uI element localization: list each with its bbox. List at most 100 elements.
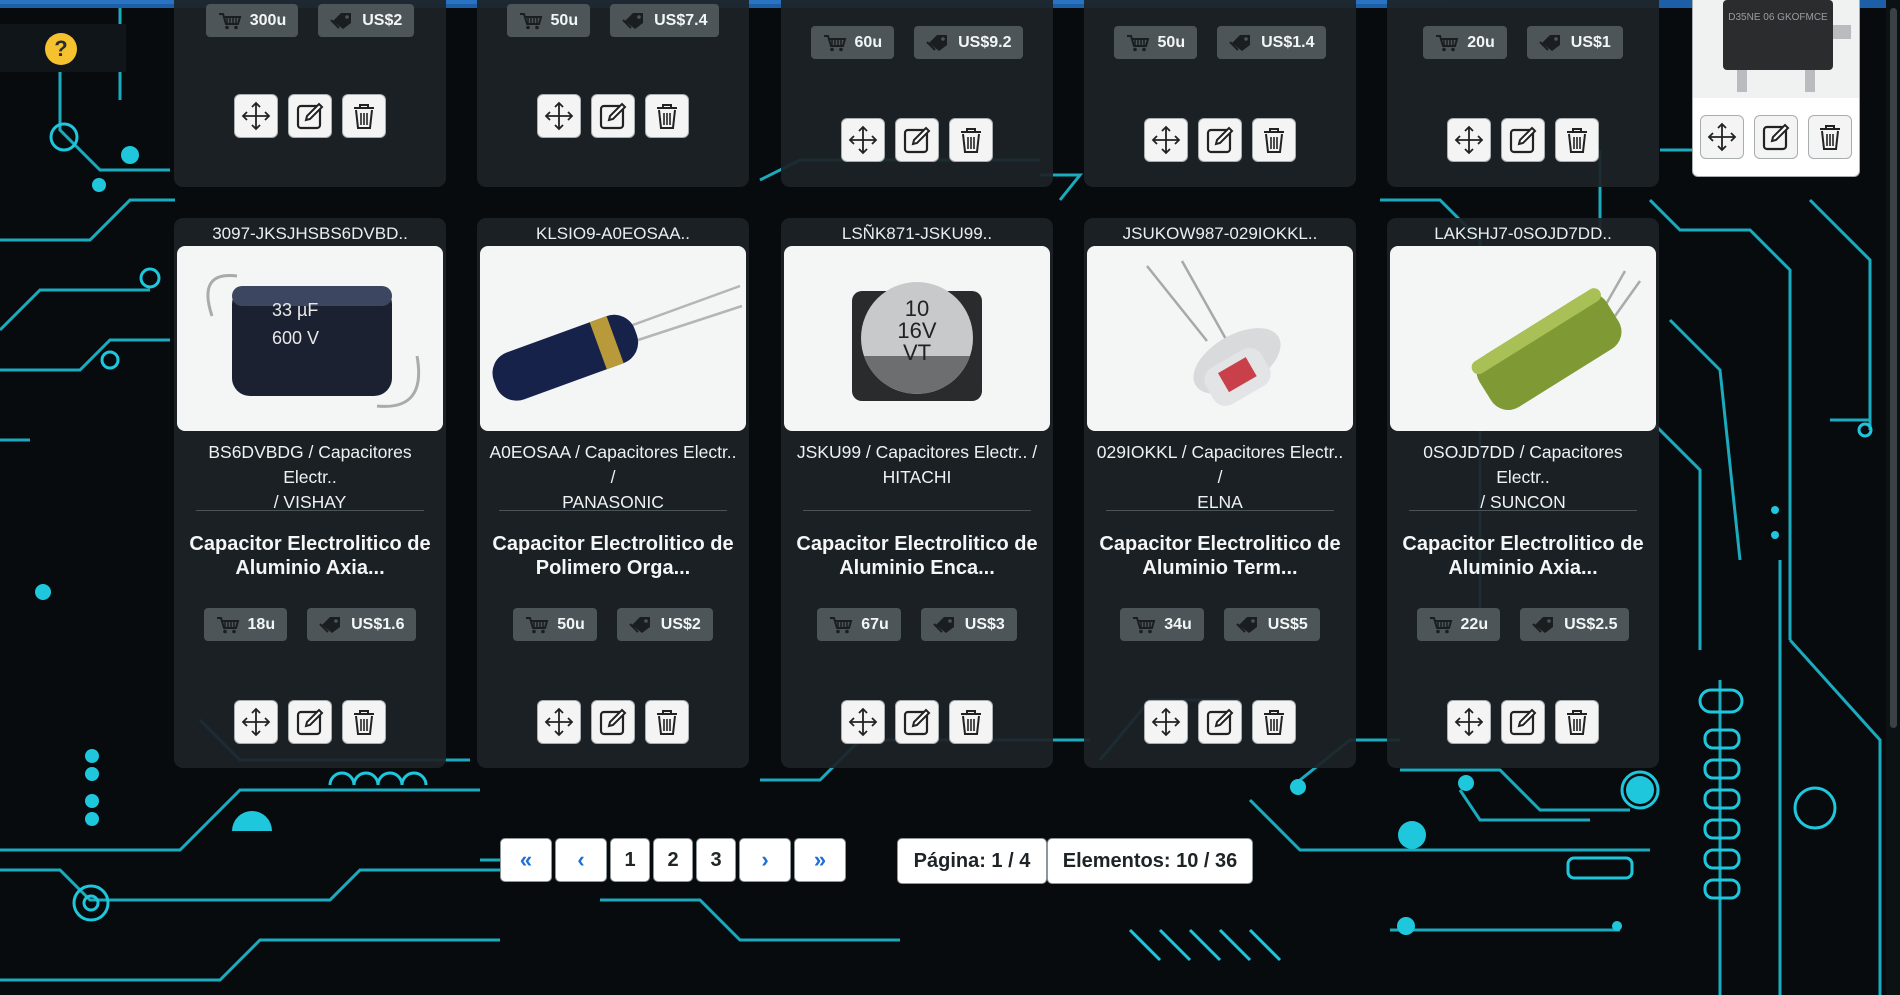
prev-page-button[interactable]: ‹	[555, 838, 607, 882]
product-subtitle: JSKU99 / Capacitores Electr.. / HITACHI	[796, 442, 1038, 487]
trash-icon	[652, 101, 682, 131]
price-tag-icon	[1532, 616, 1556, 634]
page-2-button[interactable]: 2	[653, 838, 693, 882]
page-1-button[interactable]: 1	[610, 838, 650, 882]
product-card-top-2: 50u US$7.4	[477, 0, 749, 187]
edit-button[interactable]	[895, 118, 939, 162]
edit-button[interactable]	[1501, 700, 1545, 744]
move-icon	[241, 101, 271, 131]
stock-value: 34u	[1164, 615, 1192, 633]
price-badge: US$2	[318, 4, 415, 37]
move-button[interactable]	[1144, 118, 1188, 162]
stock-badge: 50u	[513, 608, 597, 641]
last-page-button[interactable]: »	[794, 838, 846, 882]
edit-icon	[1761, 122, 1791, 152]
edit-icon	[598, 707, 628, 737]
price-badge: US$1.4	[1217, 26, 1327, 59]
scrollbar-thumb[interactable]	[1890, 8, 1897, 728]
product-card: 3097-JKSJHSBS6DVBD.. 33 µF 600 V BS6DVBD…	[174, 218, 446, 768]
product-card: LAKSHJ7-0SOJD7DD.. 0SOJD7DD / Capacitore…	[1387, 218, 1659, 768]
cap-label: 600 V	[272, 328, 319, 348]
product-name: Capacitor Electrolitico de Aluminio Term.…	[1099, 533, 1341, 579]
divider	[1409, 510, 1637, 511]
cart-icon	[519, 12, 543, 30]
move-icon	[241, 707, 271, 737]
trash-icon	[1259, 125, 1289, 155]
chip-marking: D35NE 06 GKOFMCE	[1728, 12, 1828, 23]
product-subtitle: BS6DVBDG / Capacitores Electr.. / VISHAY	[208, 442, 412, 512]
edit-button[interactable]	[1198, 700, 1242, 744]
edit-icon	[1205, 707, 1235, 737]
divider	[196, 510, 424, 511]
product-image	[480, 246, 746, 431]
divider	[1106, 510, 1334, 511]
delete-button[interactable]	[949, 118, 993, 162]
divider	[803, 510, 1031, 511]
help-button[interactable]: ?	[45, 33, 77, 65]
edit-icon	[598, 101, 628, 131]
product-card-top-5: 20u US$1	[1387, 0, 1659, 187]
product-card: KLSIO9-A0EOSAA.. A0EOSAA / Capacitores E…	[477, 218, 749, 768]
edit-button[interactable]	[288, 94, 332, 138]
stock-value: 50u	[550, 11, 579, 29]
page-3-button[interactable]: 3	[696, 838, 736, 882]
dragged-product-card[interactable]: D35NE 06 GKOFMCE	[1692, 0, 1860, 177]
move-button[interactable]	[1144, 700, 1188, 744]
move-button[interactable]	[234, 94, 278, 138]
edit-button[interactable]	[591, 700, 635, 744]
move-button[interactable]	[234, 700, 278, 744]
move-button[interactable]	[1447, 700, 1491, 744]
move-button[interactable]	[1447, 118, 1491, 162]
price-value: US$2	[362, 11, 403, 29]
delete-button[interactable]	[1808, 115, 1852, 159]
delete-button[interactable]	[342, 700, 386, 744]
move-button[interactable]	[537, 94, 581, 138]
edit-icon	[1508, 707, 1538, 737]
move-button[interactable]	[841, 118, 885, 162]
price-tag-icon	[1236, 616, 1260, 634]
first-page-button[interactable]: «	[500, 838, 552, 882]
move-button[interactable]	[841, 700, 885, 744]
move-icon	[544, 101, 574, 131]
move-icon	[1454, 125, 1484, 155]
delete-button[interactable]	[1555, 118, 1599, 162]
product-code: JSUKOW987-029IOKKL..	[1122, 224, 1318, 243]
delete-button[interactable]	[645, 700, 689, 744]
delete-button[interactable]	[645, 94, 689, 138]
trash-icon	[349, 101, 379, 131]
stock-value: 50u	[557, 615, 585, 633]
move-button[interactable]	[537, 700, 581, 744]
stock-badge: 18u	[203, 608, 288, 641]
price-value: US$3	[964, 615, 1005, 633]
stock-badge: 50u	[506, 4, 591, 37]
trash-icon	[652, 707, 682, 737]
price-badge: US$9.2	[914, 26, 1024, 59]
stock-badge: 67u	[817, 608, 901, 641]
delete-button[interactable]	[1252, 700, 1296, 744]
delete-button[interactable]	[1252, 118, 1296, 162]
edit-icon	[1508, 125, 1538, 155]
trash-icon	[956, 125, 986, 155]
cart-icon	[1429, 616, 1453, 634]
edit-button[interactable]	[1754, 115, 1798, 159]
edit-button[interactable]	[895, 700, 939, 744]
delete-button[interactable]	[1555, 700, 1599, 744]
product-subtitle: A0EOSAA / Capacitores Electr.. / PANASONI…	[489, 442, 737, 512]
delete-button[interactable]	[342, 94, 386, 138]
edit-button[interactable]	[1198, 118, 1242, 162]
edit-button[interactable]	[591, 94, 635, 138]
edit-button[interactable]	[1501, 118, 1545, 162]
price-badge: US$2	[616, 608, 713, 641]
price-tag-icon	[330, 12, 354, 30]
stock-badge: 60u	[810, 26, 895, 59]
price-tag-icon	[926, 34, 950, 52]
stock-value: 300u	[249, 11, 287, 29]
delete-button[interactable]	[949, 700, 993, 744]
price-value: US$5	[1267, 615, 1308, 633]
edit-button[interactable]	[288, 700, 332, 744]
next-page-button[interactable]: ›	[739, 838, 791, 882]
cart-icon	[823, 34, 847, 52]
price-badge: US$1	[1526, 26, 1623, 59]
move-button[interactable]	[1700, 115, 1744, 159]
product-name: Capacitor Electrolitico de Aluminio Axia.…	[189, 533, 431, 579]
